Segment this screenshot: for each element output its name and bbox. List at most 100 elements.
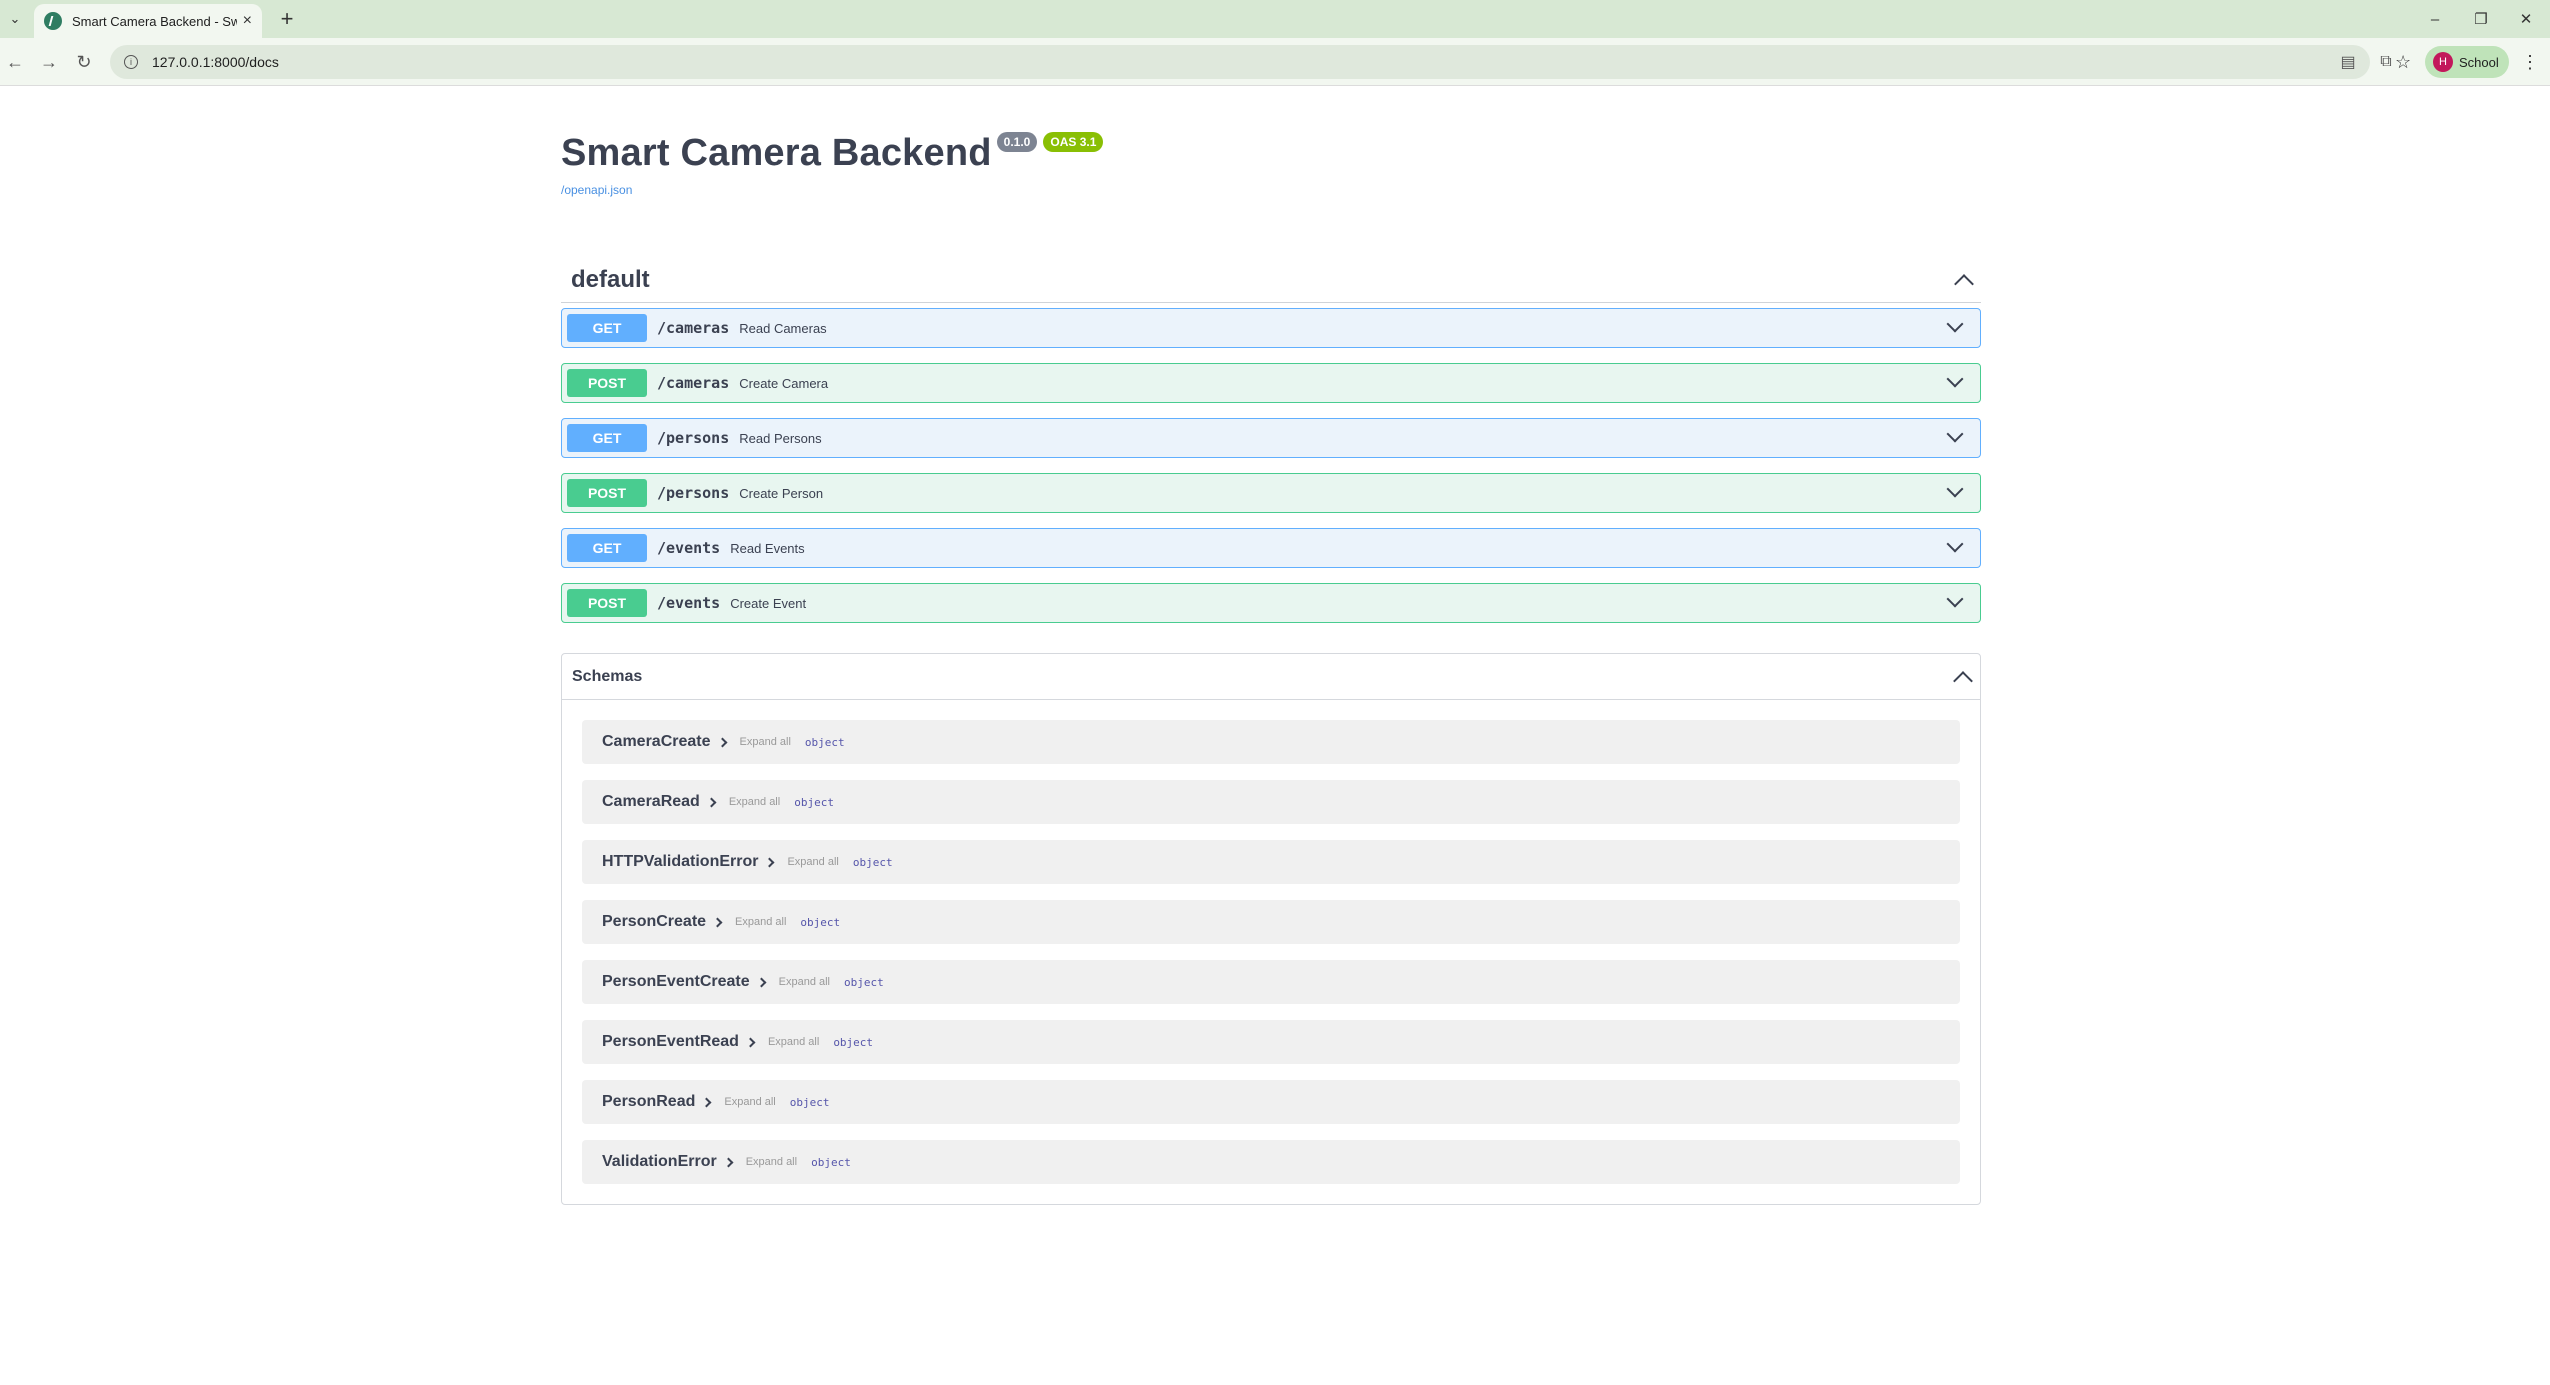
swagger-page: Smart Camera Backend 0.1.0 OAS 3.1 /open…: [561, 86, 1981, 1205]
method-badge: POST: [567, 369, 647, 397]
expand-all-button[interactable]: Expand all: [768, 1036, 819, 1048]
chevron-down-icon[interactable]: [1946, 370, 1964, 388]
browser-tab[interactable]: Smart Camera Backend - Swagger UI ×: [34, 4, 262, 38]
operation-summary: Create Camera: [739, 375, 829, 391]
chevron-right-icon[interactable]: [701, 1097, 712, 1107]
site-info-icon[interactable]: i: [124, 55, 138, 69]
operations-list: GET /cameras Read Cameras POST /cameras …: [561, 308, 1981, 623]
address-url[interactable]: 127.0.0.1:8000/docs: [152, 54, 279, 70]
expand-all-button[interactable]: Expand all: [779, 976, 830, 988]
expand-all-button[interactable]: Expand all: [746, 1156, 797, 1168]
schemas-title: Schemas: [572, 667, 643, 685]
swagger-favicon-icon: [44, 12, 62, 30]
chevron-down-icon[interactable]: [1946, 535, 1964, 553]
tab-search-icon[interactable]: ⌄: [4, 8, 26, 30]
browser-toolbar: ← → ↻ i 127.0.0.1:8000/docs ☆ ▤ ⧉ H Scho…: [0, 38, 2550, 86]
avatar: H: [2433, 52, 2453, 72]
chevron-up-icon[interactable]: [1953, 670, 1973, 691]
schema-item[interactable]: ValidationError Expand all object: [582, 1140, 1960, 1184]
back-icon[interactable]: ←: [2, 49, 28, 75]
schema-type: object: [833, 1035, 874, 1049]
schema-type: object: [800, 915, 841, 929]
schema-type: object: [804, 735, 845, 749]
address-bar[interactable]: i 127.0.0.1:8000/docs ☆: [110, 45, 2411, 79]
operation-get-cameras[interactable]: GET /cameras Read Cameras: [561, 308, 1981, 348]
chevron-right-icon[interactable]: [723, 1157, 734, 1167]
schema-type: object: [844, 975, 884, 989]
schema-item[interactable]: PersonEventRead Expand all object: [582, 1020, 1960, 1064]
tab-strip: ⌄ Smart Camera Backend - Swagger UI × + …: [0, 0, 2550, 38]
schema-name[interactable]: CameraRead: [602, 793, 700, 811]
operation-post-cameras[interactable]: POST /cameras Create Camera: [561, 363, 1981, 403]
page-title: Smart Camera Backend: [561, 132, 992, 174]
operation-path: /cameras: [657, 374, 730, 392]
schema-name[interactable]: ValidationError: [602, 1153, 717, 1171]
schema-item[interactable]: HTTPValidationError Expand all object: [582, 840, 1960, 884]
expand-all-button[interactable]: Expand all: [740, 736, 791, 748]
operation-summary: Create Person: [739, 485, 824, 501]
openapi-json-link[interactable]: /openapi.json: [561, 183, 1981, 197]
schema-item[interactable]: PersonCreate Expand all object: [582, 900, 1960, 944]
tab-close-icon[interactable]: ×: [243, 12, 252, 30]
chevron-down-icon[interactable]: [1946, 480, 1964, 498]
api-info: Smart Camera Backend 0.1.0 OAS 3.1 /open…: [561, 86, 1981, 197]
operation-path: /events: [657, 539, 721, 557]
tag-section-default[interactable]: default: [561, 257, 1981, 303]
method-badge: POST: [567, 479, 647, 507]
window-close-icon[interactable]: ✕: [2506, 6, 2546, 32]
schema-item[interactable]: CameraCreate Expand all object: [582, 720, 1960, 764]
schema-name[interactable]: CameraCreate: [602, 733, 711, 751]
schema-item[interactable]: PersonEventCreate Expand all object: [582, 960, 1960, 1004]
schema-name[interactable]: HTTPValidationError: [602, 853, 758, 871]
schema-item[interactable]: PersonRead Expand all object: [582, 1080, 1960, 1124]
operation-post-persons[interactable]: POST /persons Create Person: [561, 473, 1981, 513]
chevron-down-icon[interactable]: [1946, 315, 1964, 333]
operation-summary: Read Events: [730, 540, 805, 556]
expand-all-button[interactable]: Expand all: [729, 796, 780, 808]
operation-get-events[interactable]: GET /events Read Events: [561, 528, 1981, 568]
chevron-right-icon[interactable]: [765, 857, 775, 867]
method-badge: POST: [567, 589, 647, 617]
extensions-icon[interactable]: ⧉: [2373, 49, 2399, 75]
restore-icon[interactable]: ❐: [2461, 6, 2501, 32]
forward-icon[interactable]: →: [36, 49, 62, 75]
method-badge: GET: [567, 534, 647, 562]
schemas-section: Schemas CameraCreate Expand all object C…: [561, 653, 1981, 1205]
expand-all-button[interactable]: Expand all: [735, 916, 786, 928]
operation-path: /persons: [657, 429, 730, 447]
minimize-icon[interactable]: –: [2415, 6, 2455, 32]
operation-path: /cameras: [657, 319, 730, 337]
operation-post-events[interactable]: POST /events Create Event: [561, 583, 1981, 623]
operation-summary: Read Cameras: [739, 320, 827, 336]
tab-title: Smart Camera Backend - Swagger UI: [72, 13, 237, 29]
chevron-down-icon[interactable]: [1946, 590, 1964, 608]
expand-all-button[interactable]: Expand all: [724, 1096, 775, 1108]
operation-summary: Create Event: [730, 595, 807, 611]
schema-name[interactable]: PersonRead: [602, 1093, 695, 1111]
chevron-right-icon[interactable]: [712, 917, 723, 927]
reading-mode-icon[interactable]: ▤: [2335, 49, 2361, 75]
schema-name[interactable]: PersonCreate: [602, 913, 706, 931]
new-tab-button[interactable]: +: [274, 6, 300, 32]
operation-path: /events: [657, 594, 721, 612]
schema-type: object: [794, 795, 834, 809]
schema-type: object: [852, 855, 893, 869]
schema-item[interactable]: CameraRead Expand all object: [582, 780, 1960, 824]
operation-get-persons[interactable]: GET /persons Read Persons: [561, 418, 1981, 458]
schemas-header[interactable]: Schemas: [562, 654, 1980, 700]
chevron-right-icon[interactable]: [717, 737, 727, 747]
chevron-right-icon[interactable]: [756, 977, 767, 987]
profile-button[interactable]: H School: [2425, 46, 2509, 78]
schema-name[interactable]: PersonEventCreate: [602, 973, 750, 991]
chevron-right-icon[interactable]: [706, 797, 717, 807]
schema-type: object: [789, 1095, 830, 1109]
schema-name[interactable]: PersonEventRead: [602, 1033, 739, 1051]
reload-icon[interactable]: ↻: [71, 49, 97, 75]
tag-title: default: [571, 265, 650, 293]
chevron-up-icon[interactable]: [1954, 273, 1974, 294]
profile-name: School: [2459, 54, 2499, 70]
chevron-right-icon[interactable]: [745, 1037, 756, 1047]
browser-menu-icon[interactable]: ⋮: [2518, 49, 2542, 75]
chevron-down-icon[interactable]: [1946, 425, 1964, 443]
expand-all-button[interactable]: Expand all: [787, 856, 838, 868]
